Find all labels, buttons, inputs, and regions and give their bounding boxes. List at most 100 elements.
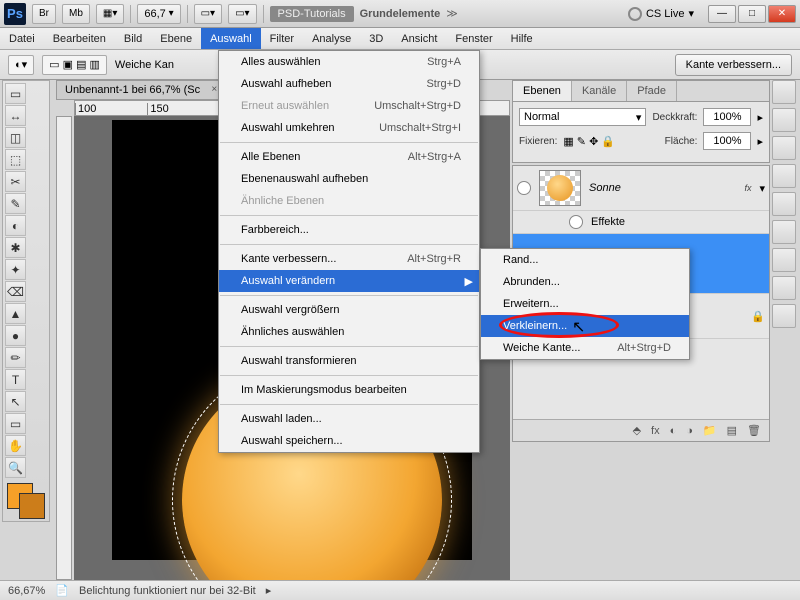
tool-button[interactable]: ✱ [5, 237, 26, 258]
workspace-name[interactable]: Grundelemente [360, 8, 441, 20]
menu-item[interactable]: Abrunden... [481, 271, 689, 293]
screen-button[interactable]: ▭▾ [228, 4, 256, 24]
menu-bild[interactable]: Bild [115, 28, 151, 49]
maximize-button[interactable]: □ [738, 5, 766, 23]
layer-sonne[interactable]: Sonne fx▾ [513, 166, 769, 211]
tool-button[interactable]: ▭ [5, 413, 26, 434]
dock-icon[interactable] [772, 304, 796, 328]
menu-item[interactable]: Alles auswählenStrg+A [219, 51, 479, 73]
menu-item[interactable]: Erweitern... [481, 293, 689, 315]
tool-button[interactable]: ↖ [5, 391, 26, 412]
tool-button[interactable]: ✂ [5, 171, 26, 192]
menu-item[interactable]: Auswahl vergrößern [219, 299, 479, 321]
menu-hilfe[interactable]: Hilfe [502, 28, 542, 49]
folder-icon[interactable]: 📁 [703, 424, 717, 437]
menu-item: Erneut auswählenUmschalt+Strg+D [219, 95, 479, 117]
title-bar: Ps Br Mb ▦▾ 66,7 ▾ ▭▾ ▭▾ PSD-Tutorials G… [0, 0, 800, 28]
tool-button[interactable]: T [5, 369, 26, 390]
tool-button[interactable]: ● [5, 325, 26, 346]
tool-button[interactable]: 🔍 [5, 457, 26, 478]
minibridge-button[interactable]: Mb [62, 4, 90, 24]
lock-icons[interactable]: ▦ ✎ ✥ 🔒 [563, 135, 615, 148]
auswahl-menu: Alles auswählenStrg+AAuswahl aufhebenStr… [218, 50, 480, 453]
trash-icon[interactable]: 🗑 [747, 424, 761, 437]
adjust-icon[interactable]: ◑ [686, 425, 693, 437]
menu-item[interactable]: Ebenenauswahl aufheben [219, 168, 479, 190]
tool-button[interactable]: ⌫ [5, 281, 26, 302]
menu-item[interactable]: Verkleinern... [481, 315, 689, 337]
layer-effects[interactable]: Effekte [513, 211, 769, 234]
menu-datei[interactable]: Datei [0, 28, 44, 49]
dock-icon[interactable] [772, 192, 796, 216]
cslive-icon [628, 7, 642, 21]
menu-auswahl[interactable]: Auswahl [201, 28, 261, 49]
menu-item[interactable]: Farbbereich... [219, 219, 479, 241]
visibility-icon[interactable] [517, 181, 531, 195]
close-tab-icon[interactable]: × [211, 84, 217, 95]
tool-button[interactable]: ✎ [5, 193, 26, 214]
dock-icon[interactable] [772, 220, 796, 244]
menu-ebene[interactable]: Ebene [151, 28, 201, 49]
tool-preset[interactable]: ◐▾ [8, 55, 34, 75]
menu-item[interactable]: Im Maskierungsmodus bearbeiten [219, 379, 479, 401]
tool-button[interactable]: ◫ [5, 127, 26, 148]
menu-item[interactable]: Alle EbenenAlt+Strg+A [219, 146, 479, 168]
menu-fenster[interactable]: Fenster [446, 28, 501, 49]
workspace-label[interactable]: PSD-Tutorials [270, 6, 354, 22]
menu-filter[interactable]: Filter [261, 28, 303, 49]
status-message: Belichtung funktioniert nur bei 32-Bit [79, 585, 256, 597]
menu-item[interactable]: Ähnliches auswählen [219, 321, 479, 343]
link-icon[interactable]: ⬘ [633, 424, 641, 437]
new-layer-icon[interactable]: ▤ [727, 424, 737, 437]
background-swatch[interactable] [19, 493, 45, 519]
menu-item[interactable]: Auswahl aufhebenStrg+D [219, 73, 479, 95]
dock-icon[interactable] [772, 164, 796, 188]
menu-item[interactable]: Weiche Kante...Alt+Strg+D [481, 337, 689, 359]
close-button[interactable]: ✕ [768, 5, 796, 23]
tool-button[interactable]: ⬚ [5, 149, 26, 170]
fill-field[interactable]: 100% [703, 132, 751, 150]
screenmode-button[interactable]: ▦▾ [96, 4, 124, 24]
menu-item[interactable]: Auswahl speichern... [219, 430, 479, 452]
menu-bearbeiten[interactable]: Bearbeiten [44, 28, 115, 49]
visibility-icon[interactable] [569, 215, 583, 229]
dock-icon[interactable] [772, 276, 796, 300]
tool-button[interactable]: ▭ [5, 83, 26, 104]
zoom-field[interactable]: 66,7 ▾ [137, 4, 180, 24]
cslive-label[interactable]: CS Live [646, 8, 685, 20]
dock-icon[interactable] [772, 80, 796, 104]
menu-item[interactable]: Auswahl transformieren [219, 350, 479, 372]
refine-edge-button[interactable]: Kante verbessern... [675, 54, 792, 76]
tool-button[interactable]: ↔ [5, 105, 26, 126]
dock-icon[interactable] [772, 136, 796, 160]
panel-tab-kanäle[interactable]: Kanäle [572, 81, 627, 101]
fx-icon[interactable]: fx [651, 425, 660, 437]
menu-item: Ähnliche Ebenen [219, 190, 479, 212]
status-zoom[interactable]: 66,67% [8, 585, 45, 597]
tool-button[interactable]: ✏ [5, 347, 26, 368]
minimize-button[interactable]: — [708, 5, 736, 23]
dock-icon[interactable] [772, 248, 796, 272]
tool-button[interactable]: ✦ [5, 259, 26, 280]
menu-item[interactable]: Kante verbessern...Alt+Strg+R [219, 248, 479, 270]
tool-button[interactable]: ✋ [5, 435, 26, 456]
menu-3d[interactable]: 3D [360, 28, 392, 49]
panel-tab-ebenen[interactable]: Ebenen [513, 81, 572, 101]
opacity-field[interactable]: 100% [703, 108, 751, 126]
mask-icon[interactable]: ◐ [670, 425, 677, 437]
dock-icon[interactable] [772, 108, 796, 132]
menu-ansicht[interactable]: Ansicht [392, 28, 446, 49]
tool-button[interactable]: ◐ [5, 215, 26, 236]
bridge-button[interactable]: Br [32, 4, 56, 24]
menu-item[interactable]: Rand... [481, 249, 689, 271]
menu-item[interactable]: Auswahl laden... [219, 408, 479, 430]
sel-mode[interactable]: ▭ ▣ ▤ ▥ [42, 55, 107, 75]
panel-tab-pfade[interactable]: Pfade [627, 81, 677, 101]
menu-item[interactable]: Auswahl verändern▶ [219, 270, 479, 292]
menu-analyse[interactable]: Analyse [303, 28, 360, 49]
tool-button[interactable]: ▲ [5, 303, 26, 324]
arrange-button[interactable]: ▭▾ [194, 4, 222, 24]
blend-mode-select[interactable]: Normal▾ [519, 108, 646, 126]
menu-item[interactable]: Auswahl umkehrenUmschalt+Strg+I [219, 117, 479, 139]
document-tab[interactable]: Unbenannt-1 bei 66,7% (Sc× [56, 80, 223, 100]
